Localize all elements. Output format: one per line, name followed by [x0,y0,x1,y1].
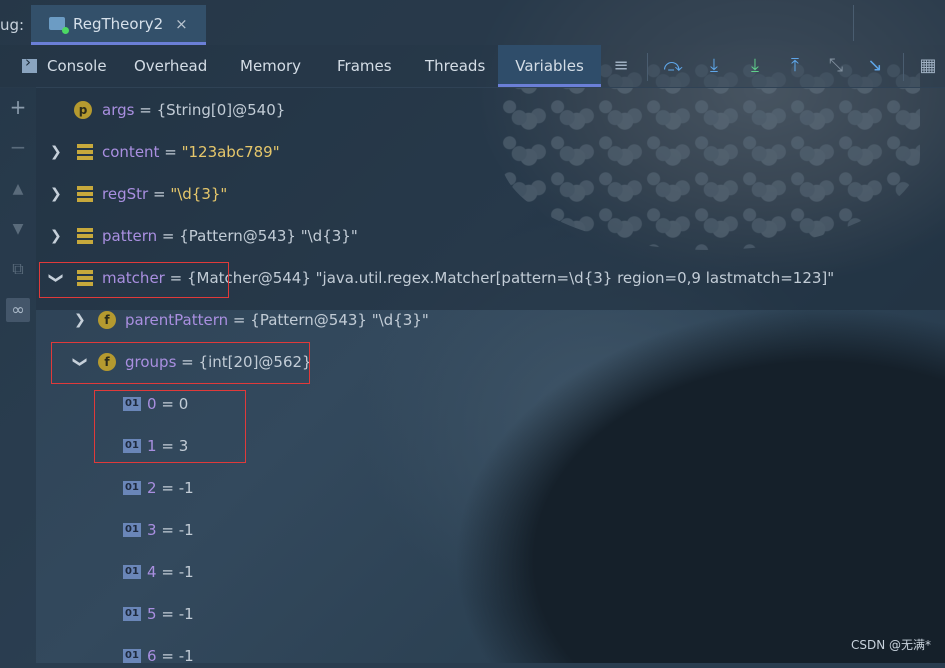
equals-sign: = [152,185,166,203]
array-index: 3 [147,521,157,539]
array-value: -1 [178,563,194,581]
field-icon [77,186,93,202]
array-index: 2 [147,479,157,497]
highlight-box [51,342,310,384]
watermark: CSDN @无满* [850,638,931,652]
int-value-icon: 01 [123,523,141,537]
var-value: {Matcher@544} "java.util.regex.Matcher[p… [186,269,835,287]
equals-sign: = [161,521,174,539]
var-value: {String[0]@540} [156,101,286,119]
var-name: parentPattern [125,311,229,329]
copy-icon[interactable]: ⧉ [6,257,30,281]
var-value: {Pattern@543} "\d{3}" [250,311,429,329]
force-step-into-icon[interactable]: ⤓ [744,55,766,77]
equals-sign: = [161,563,174,581]
equals-sign: = [164,143,177,161]
close-tab-icon[interactable]: × [175,15,188,33]
menu-icon[interactable]: ≡ [610,55,632,77]
drop-frame-icon[interactable]: ⤡ [825,55,847,77]
add-watch-icon[interactable]: + [6,95,30,119]
toolbar-divider [647,53,648,81]
expand-arrow-icon[interactable]: ❯ [50,182,62,206]
int-value-icon: 01 [123,481,141,495]
tab-overhead[interactable]: Overhead [134,45,207,87]
step-into-icon[interactable]: ⤓ [703,55,725,77]
run-config-label: RegTheory2 [73,14,164,33]
tab-variables[interactable]: Variables [498,45,601,87]
divider [853,5,854,41]
var-value: "\d{3}" [170,185,228,203]
array-index: 6 [147,647,157,665]
array-value: -1 [178,605,194,623]
move-up-icon[interactable]: ▲ [6,177,30,201]
step-over-icon[interactable]: ⤼ [662,55,684,77]
array-value: -1 [178,479,194,497]
remove-watch-icon[interactable]: − [6,135,30,159]
var-name: args [102,101,135,119]
field-final-icon: f [98,311,116,329]
variables-gutter: + − ▲ ▼ ⧉ ∞ [0,87,36,663]
highlight-box [39,262,229,298]
evaluate-expression-icon[interactable]: ▦ [917,55,939,77]
tab-console[interactable]: Console [47,45,107,87]
int-value-icon: 01 [123,649,141,663]
expand-arrow-icon[interactable]: ❯ [50,140,62,164]
array-value: -1 [178,521,194,539]
run-config-icon [49,17,69,34]
expand-arrow-icon[interactable]: ❯ [50,224,62,248]
equals-sign: = [161,227,175,245]
glasses-icon[interactable]: ∞ [6,298,30,322]
equals-sign: = [139,101,152,119]
equals-sign: = [161,479,174,497]
step-out-icon[interactable]: ⤒ [784,55,806,77]
array-index: 4 [147,563,157,581]
var-name: pattern [102,227,158,245]
move-down-icon[interactable]: ▼ [6,217,30,241]
tab-frames[interactable]: Frames [337,45,392,87]
run-to-cursor-icon[interactable]: ↘ [864,55,886,77]
run-config-tab[interactable]: RegTheory2 × [31,5,206,45]
debug-toolbar: Console Overhead Memory Frames Threads V… [0,45,945,88]
var-name: content [102,143,160,161]
debug-label: ug: [0,16,25,34]
equals-sign: = [232,311,246,329]
debug-header: ug: RegTheory2 × [0,0,945,45]
int-value-icon: 01 [123,607,141,621]
tab-memory[interactable]: Memory [240,45,301,87]
parameter-icon: p [74,101,92,119]
expand-arrow-icon[interactable]: ❯ [74,308,86,332]
array-index: 5 [147,605,157,623]
var-value: {Pattern@543} "\d{3}" [179,227,358,245]
highlight-box [94,390,246,463]
field-icon [77,144,93,160]
console-icon [22,53,37,73]
field-icon [77,228,93,244]
array-value: -1 [178,647,194,665]
toolbar-divider [903,53,904,81]
tab-threads[interactable]: Threads [425,45,485,87]
int-value-icon: 01 [123,565,141,579]
var-value: "123abc789" [181,143,280,161]
equals-sign: = [161,647,174,665]
equals-sign: = [161,605,174,623]
var-name: regStr [102,185,149,203]
